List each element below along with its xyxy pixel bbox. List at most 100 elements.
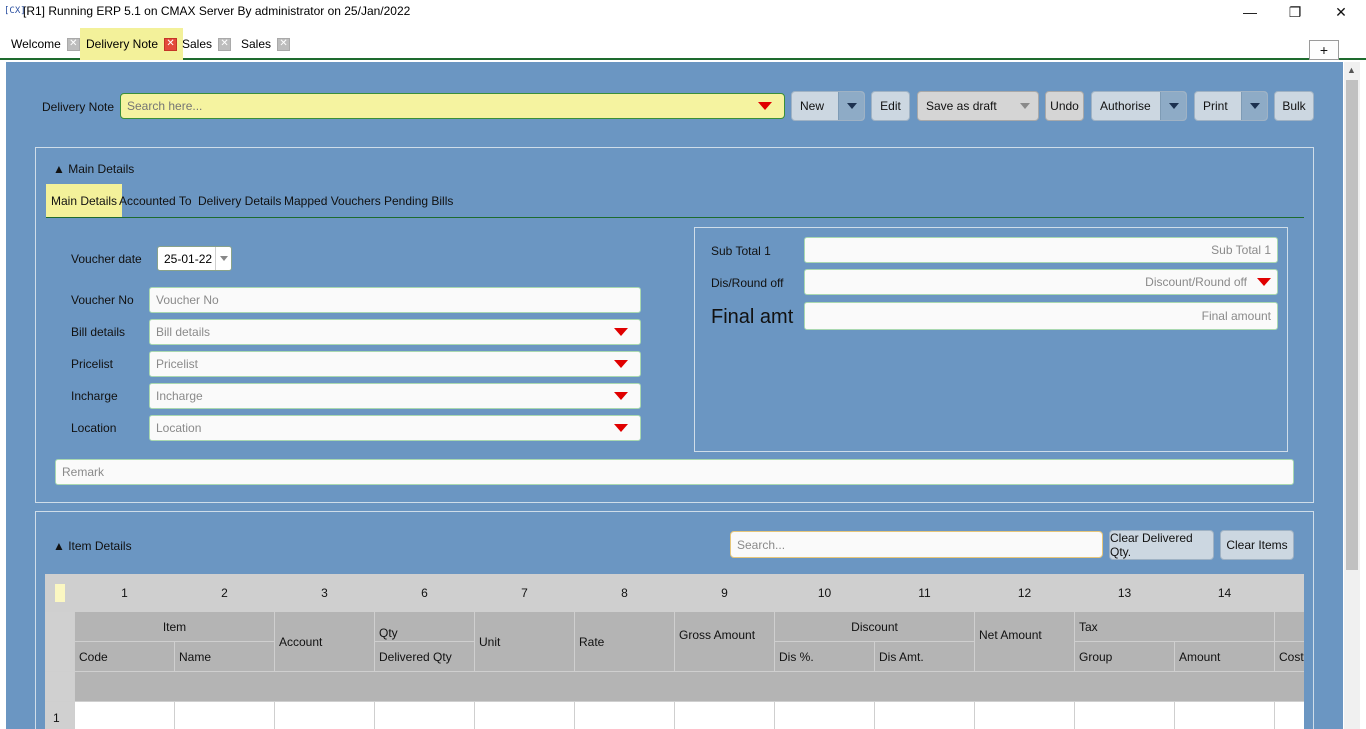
cell-net-amount[interactable] (975, 702, 1075, 729)
remark-input[interactable]: Remark (55, 459, 1294, 485)
tab-main-details[interactable]: Main Details (46, 184, 123, 217)
undo-button[interactable]: Undo (1045, 91, 1084, 121)
tab-welcome[interactable]: Welcome ✕ (5, 28, 86, 60)
header-delivered-qty[interactable]: Delivered Qty (375, 642, 475, 672)
header-net-amount[interactable]: Net Amount (975, 612, 1075, 672)
dropdown-arrow-icon[interactable] (614, 392, 628, 400)
subtotal-field[interactable]: Sub Total 1 (804, 237, 1278, 263)
save-as-draft-button[interactable]: Save as draft (917, 91, 1039, 121)
cell-group[interactable] (1075, 702, 1175, 729)
authorise-button[interactable]: Authorise (1091, 91, 1187, 121)
tab-mapped-vouchers[interactable]: Mapped Vouchers (279, 184, 386, 217)
dropdown-arrow-icon[interactable] (614, 360, 628, 368)
clear-items-button[interactable]: Clear Items (1220, 530, 1294, 560)
cell-amount[interactable] (1175, 702, 1275, 729)
dis-round-off-select[interactable]: Discount/Round off (804, 269, 1278, 295)
header-unit[interactable]: Unit (475, 612, 575, 672)
cell-dis-pct[interactable] (775, 702, 875, 729)
cell-name[interactable] (175, 702, 275, 729)
tab-close-icon[interactable]: ✕ (218, 37, 232, 51)
header-qty[interactable]: Qty (375, 612, 475, 642)
item-details-toggle[interactable]: ▲ Item Details (53, 539, 132, 553)
select-all-checkbox[interactable] (54, 583, 65, 602)
header-discount: Discount (775, 612, 975, 642)
cell-rate[interactable] (575, 702, 675, 729)
print-button[interactable]: Print (1194, 91, 1268, 121)
cell-dis-amt[interactable] (875, 702, 975, 729)
date-dropdown[interactable] (215, 247, 231, 270)
tab-accounted-to[interactable]: Accounted To (114, 184, 197, 217)
voucher-search-box[interactable] (120, 93, 785, 119)
clear-delivered-qty-button[interactable]: Clear Delivered Qty. (1109, 530, 1214, 560)
dropdown-arrow-icon[interactable] (758, 102, 772, 110)
header-group[interactable]: Group (1075, 642, 1175, 672)
minimize-icon[interactable]: — (1227, 0, 1273, 24)
bulk-button[interactable]: Bulk (1274, 91, 1314, 121)
header-amount[interactable]: Amount (1175, 642, 1275, 672)
restore-icon[interactable]: ❐ (1272, 0, 1318, 24)
tab-label: Welcome (11, 37, 61, 51)
cell-qty[interactable] (375, 702, 475, 729)
row-number: 1 (45, 702, 75, 729)
incharge-select[interactable]: Incharge (149, 383, 641, 409)
cell-account[interactable] (275, 702, 375, 729)
window-title: [R1] Running ERP 5.1 on CMAX Server By a… (23, 4, 411, 18)
scrollbar-thumb[interactable] (1346, 80, 1358, 570)
tab-delivery-details[interactable]: Delivery Details (193, 184, 286, 217)
final-amount-placeholder: Final amount (1201, 309, 1271, 323)
voucher-date-picker[interactable]: 25-01-22 (157, 246, 232, 271)
new-button[interactable]: New (791, 91, 865, 121)
tab-close-icon[interactable]: ✕ (66, 37, 80, 51)
workspace: Delivery Note New Edit Save as draft Und… (6, 62, 1343, 729)
location-select[interactable]: Location (149, 415, 641, 441)
tab-close-icon[interactable]: ✕ (277, 37, 291, 51)
save-dropdown[interactable] (1012, 92, 1038, 120)
tab-pending-bills[interactable]: Pending Bills (379, 184, 458, 217)
chevron-down-icon (1168, 103, 1179, 109)
print-dropdown[interactable] (1241, 92, 1267, 120)
vertical-scrollbar[interactable]: ▲ (1344, 62, 1360, 729)
item-search-input[interactable]: Search... (730, 531, 1103, 558)
tab-delivery-note[interactable]: Delivery Note ✕ (80, 28, 184, 60)
cell-unit[interactable] (475, 702, 575, 729)
scroll-up-icon[interactable]: ▲ (1347, 65, 1356, 75)
header-dis-pct[interactable]: Dis %. (775, 642, 875, 672)
dropdown-arrow-icon[interactable] (1257, 278, 1271, 286)
header-rate[interactable]: Rate (575, 612, 675, 672)
cell-cost[interactable] (1275, 702, 1304, 729)
pricelist-select[interactable]: Pricelist (149, 351, 641, 377)
select-all-cell[interactable] (45, 574, 75, 612)
header-cost[interactable]: Cost (1275, 642, 1304, 672)
header-account[interactable]: Account (275, 612, 375, 672)
new-tab-button[interactable]: + (1309, 40, 1339, 60)
voucher-no-label: Voucher No (71, 293, 134, 307)
voucher-no-input[interactable]: Voucher No (149, 287, 641, 313)
main-details-toggle[interactable]: ▲ Main Details (53, 162, 134, 176)
header-gross-amount[interactable]: Gross Amount (675, 612, 775, 672)
header-tax: Tax (1075, 612, 1275, 642)
header-name[interactable]: Name (175, 642, 275, 672)
close-window-icon[interactable]: ✕ (1318, 0, 1364, 24)
tab-sales-2[interactable]: Sales ✕ (235, 28, 296, 60)
voucher-search-input[interactable] (121, 94, 741, 118)
pricelist-label: Pricelist (71, 357, 114, 371)
new-dropdown[interactable] (838, 92, 864, 120)
col-number: 1 (75, 574, 175, 612)
voucher-date-value: 25-01-22 (164, 251, 213, 266)
header-dis-amt[interactable]: Dis Amt. (875, 642, 975, 672)
filter-row[interactable] (75, 672, 1304, 702)
authorise-dropdown[interactable] (1160, 92, 1186, 120)
title-bar: [CX] [R1] Running ERP 5.1 on CMAX Server… (0, 0, 1366, 24)
header-code[interactable]: Code (75, 642, 175, 672)
tab-sales[interactable]: Sales ✕ (176, 28, 237, 60)
bill-details-placeholder: Bill details (156, 325, 211, 339)
cell-code[interactable] (75, 702, 175, 729)
final-amount-field[interactable]: Final amount (804, 302, 1278, 330)
col-number: 10 (775, 574, 875, 612)
cell-gross-amount[interactable] (675, 702, 775, 729)
dropdown-arrow-icon[interactable] (614, 328, 628, 336)
dropdown-arrow-icon[interactable] (614, 424, 628, 432)
edit-button[interactable]: Edit (871, 91, 910, 121)
dis-round-off-placeholder: Discount/Round off (1145, 275, 1247, 289)
bill-details-select[interactable]: Bill details (149, 319, 641, 345)
